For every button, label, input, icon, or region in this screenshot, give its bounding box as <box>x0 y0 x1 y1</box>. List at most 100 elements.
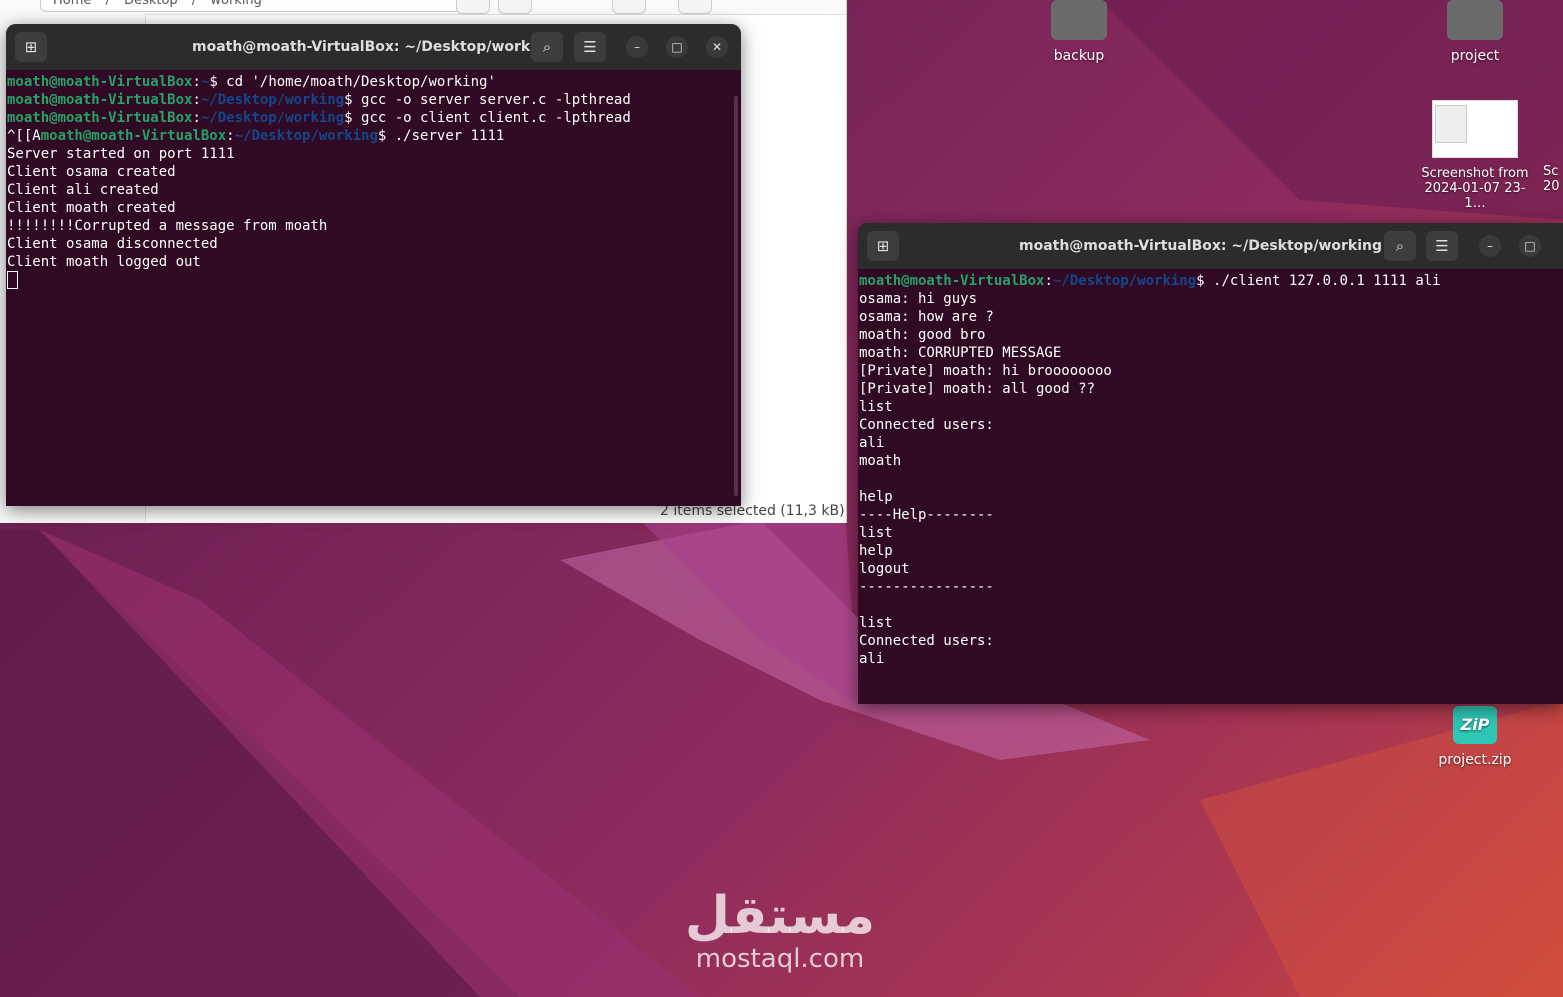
command-text: $ gcc -o client client.c -lpthread <box>344 110 631 126</box>
close-icon[interactable]: ✕ <box>706 36 728 58</box>
output-line: Connected users: <box>859 417 994 433</box>
desktop-icon-project[interactable]: project <box>1415 0 1535 64</box>
hamburger-menu-icon[interactable]: ☰ <box>574 32 606 62</box>
prompt-path: ~/Desktop/working <box>1052 273 1197 289</box>
prompt-user: moath@moath-VirtualBox <box>7 74 193 90</box>
line-prefix: ^[[A <box>7 128 41 144</box>
search-icon[interactable]: ⌕ <box>1384 231 1416 261</box>
prompt-path: ~/Desktop/working <box>234 128 378 144</box>
client-terminal-window[interactable]: ⊞ moath@moath-VirtualBox: ~/Desktop/work… <box>858 223 1563 704</box>
output-line: [Private] moath: hi broooooooo <box>859 363 1112 379</box>
command-text: $ ./server 1111 <box>377 128 505 144</box>
cursor-line <box>7 271 741 289</box>
desktop-icon-screenshot-2[interactable]: Sc 20 <box>1543 164 1563 194</box>
command-text: $ ./client 127.0.0.1 1111 ali <box>1196 273 1441 289</box>
minimize-icon[interactable]: – <box>1479 235 1501 257</box>
desktop-icon-screenshot[interactable]: Screenshot from 2024-01-07 23-1… <box>1415 100 1535 211</box>
output-line: Server started on port 1111 <box>7 146 235 162</box>
output-line: Client moath created <box>7 200 176 216</box>
output-line: logout <box>859 561 910 577</box>
breadcrumb-home[interactable]: Home <box>53 0 91 8</box>
prompt-separator: : <box>226 128 235 144</box>
terminal-output[interactable]: moath@moath-VirtualBox:~/Desktop/working… <box>858 269 1563 668</box>
prompt-separator: : <box>192 74 201 90</box>
breadcrumb-separator: / <box>191 0 197 8</box>
terminal-header[interactable]: ⊞ moath@moath-VirtualBox: ~/Desktop/work… <box>858 223 1563 269</box>
output-line: list <box>859 615 893 631</box>
output-line: !!!!!!!!Corrupted a message from moath <box>7 218 328 234</box>
prompt-separator: : <box>192 110 201 126</box>
output-line: osama: hi guys <box>859 291 978 307</box>
menu-button[interactable] <box>678 0 712 14</box>
output-line: moath <box>859 453 902 469</box>
breadcrumb-working[interactable]: working <box>210 0 262 8</box>
maximize-icon[interactable]: □ <box>666 36 688 58</box>
desktop-icon-label: project.zip <box>1438 752 1512 768</box>
command-line: moath@moath-VirtualBox:~/Desktop/working… <box>7 91 741 109</box>
search-icon[interactable]: ⌕ <box>531 32 563 62</box>
zip-archive-icon: ZiP <box>1453 706 1497 744</box>
breadcrumb[interactable]: Home / Desktop / working <box>40 0 490 12</box>
desktop-icon-label: backup <box>1053 48 1105 64</box>
command-line: ^[[Amoath@moath-VirtualBox:~/Desktop/wor… <box>7 127 741 145</box>
output-line: list <box>859 525 893 541</box>
breadcrumb-separator: / <box>105 0 110 8</box>
terminal-header[interactable]: ⊞ moath@moath-VirtualBox: ~/Desktop/work… <box>6 24 741 70</box>
prompt-separator: : <box>192 92 201 108</box>
desktop-icon-label: Sc <box>1543 164 1559 179</box>
prompt-user: moath@moath-VirtualBox <box>7 110 193 126</box>
output-line: help <box>859 543 893 559</box>
desktop-icon-label: project <box>1450 48 1500 64</box>
output-line: [Private] moath: all good ?? <box>859 381 1096 397</box>
more-options-button[interactable] <box>456 0 490 14</box>
folder-icon <box>1447 0 1503 40</box>
image-thumbnail-icon <box>1432 100 1518 158</box>
command-line: moath@moath-VirtualBox:~/Desktop/working… <box>7 109 741 127</box>
output-line: ali <box>859 651 885 667</box>
desktop-icon-backup[interactable]: backup <box>1019 0 1139 64</box>
output-line: Connected users: <box>859 633 994 649</box>
output-line: Client ali created <box>7 182 159 198</box>
command-line: moath@moath-VirtualBox:~$ cd '/home/moat… <box>7 73 741 91</box>
output-line: ---------------- <box>859 579 994 595</box>
view-toggle-button[interactable] <box>612 0 646 14</box>
output-line: moath: CORRUPTED MESSAGE <box>859 345 1062 361</box>
output-line: ali <box>859 435 885 451</box>
command-text: $ cd '/home/moath/Desktop/working' <box>209 74 496 90</box>
prompt-separator: : <box>1044 273 1053 289</box>
text-cursor <box>7 271 18 289</box>
output-line: Client osama disconnected <box>7 236 218 252</box>
output-line: help <box>859 489 893 505</box>
desktop-icon-label: 20 <box>1543 179 1560 194</box>
prompt-path: ~/Desktop/working <box>200 110 345 126</box>
output-line: moath: good bro <box>859 327 986 343</box>
prompt-user: moath@moath-VirtualBox <box>859 273 1045 289</box>
folder-icon <box>1051 0 1107 40</box>
desktop-icon-label: 2024-01-07 23-1… <box>1424 181 1526 211</box>
hamburger-menu-icon[interactable]: ☰ <box>1426 231 1458 261</box>
breadcrumb-desktop[interactable]: Desktop <box>124 0 178 8</box>
maximize-icon[interactable]: □ <box>1519 235 1541 257</box>
minimize-icon[interactable]: – <box>626 36 648 58</box>
scrollbar[interactable] <box>734 96 738 496</box>
command-line: moath@moath-VirtualBox:~/Desktop/working… <box>859 272 1563 290</box>
command-text: $ gcc -o server server.c -lpthread <box>344 92 631 108</box>
prompt-path: ~/Desktop/working <box>200 92 345 108</box>
watermark-logo: مستقل mostaql.com <box>640 888 920 974</box>
output-line: list <box>859 399 893 415</box>
output-line: Client osama created <box>7 164 176 180</box>
prompt-user: moath@moath-VirtualBox <box>7 92 193 108</box>
desktop-icon-label: Screenshot from <box>1421 166 1529 181</box>
watermark-latin: mostaql.com <box>695 944 865 974</box>
terminal-output[interactable]: moath@moath-VirtualBox:~$ cd '/home/moat… <box>6 70 741 289</box>
server-terminal-window[interactable]: ⊞ moath@moath-VirtualBox: ~/Desktop/work… <box>6 24 741 506</box>
output-line: ----Help-------- <box>859 507 994 523</box>
watermark-arabic: مستقل <box>684 886 876 946</box>
output-line: Client moath logged out <box>7 254 201 270</box>
prompt-user: moath@moath-VirtualBox <box>40 128 227 144</box>
output-line: osama: how are ? <box>859 309 994 325</box>
desktop-icon-project-zip[interactable]: ZiP project.zip <box>1415 706 1535 768</box>
search-button[interactable] <box>498 0 532 14</box>
